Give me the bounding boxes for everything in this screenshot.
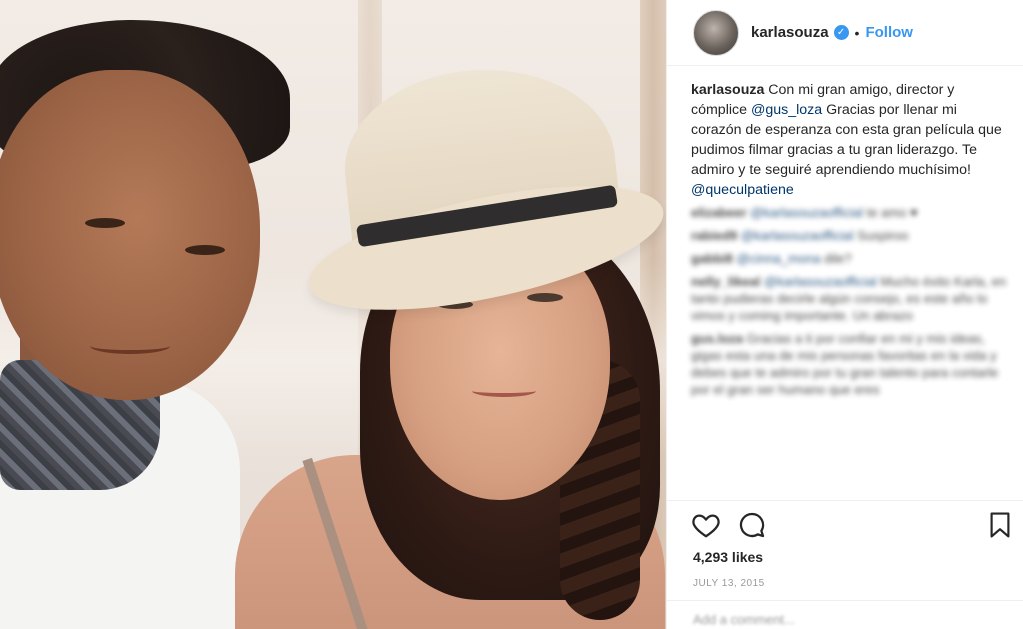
follow-button[interactable]: Follow	[865, 24, 913, 41]
comment-username[interactable]: rabied9	[691, 228, 737, 243]
comment-text: dile?	[820, 251, 852, 266]
avatar[interactable]	[693, 9, 739, 56]
comment-list: elizabeer @karlasouzaofficial te amo ♥ r…	[691, 204, 1011, 404]
comment: gabbi8 @cinna_mona dile?	[691, 250, 1011, 267]
woman-eye-right	[527, 293, 563, 302]
man-mouth	[90, 338, 170, 354]
comment-mention[interactable]: @karlasouzaofficial	[741, 228, 854, 243]
comment-text: te amo ♥	[866, 205, 918, 220]
bookmark-icon[interactable]	[988, 510, 1012, 540]
comment: elizabeer @karlasouzaofficial te amo ♥	[691, 204, 1011, 221]
add-comment-input[interactable]: Add a comment...	[693, 612, 795, 627]
comment: gus.loza Gracias a ti por confiar en mi …	[691, 330, 1011, 398]
heart-icon[interactable]	[691, 510, 721, 540]
caption-username[interactable]: karlasouza	[691, 82, 764, 98]
comment-username[interactable]: nelly_likeal	[691, 274, 760, 289]
comment-text: Suspiroo	[853, 228, 909, 243]
comment-bubble-icon[interactable]	[737, 510, 767, 540]
caption-mention[interactable]: @queculpatiene	[691, 182, 794, 198]
man-eye-left	[85, 218, 125, 228]
comment-username[interactable]: gabbi8	[691, 251, 733, 266]
comment-mention[interactable]: @cinna_mona	[737, 251, 821, 266]
caption-mention[interactable]: @gus_loza	[751, 102, 822, 118]
woman-mouth	[472, 385, 536, 397]
comment-mention[interactable]: @karlasouzaofficial	[764, 274, 877, 289]
post-sidebar: karlasouza ✓ • Follow karlasouza Con mi …	[666, 0, 1023, 629]
header-username[interactable]: karlasouza	[751, 24, 829, 41]
verified-badge-icon: ✓	[833, 25, 849, 40]
comment-username[interactable]: elizabeer	[691, 205, 747, 220]
comment: rabied9 @karlasouzaofficial Suspiroo	[691, 227, 1011, 244]
comment-mention[interactable]: @karlasouzaofficial	[750, 205, 863, 220]
divider	[667, 500, 1023, 501]
post-caption: karlasouza Con mi gran amigo, director y…	[691, 80, 1011, 200]
post-header: karlasouza ✓ • Follow	[667, 0, 1023, 66]
separator-dot: •	[854, 24, 860, 41]
comment: nelly_likeal @karlasouzaofficial Mucho é…	[691, 273, 1011, 324]
like-count[interactable]: 4,293 likes	[693, 549, 763, 565]
post-date[interactable]: JULY 13, 2015	[693, 578, 765, 589]
man-eye-right	[185, 245, 225, 255]
comment-username[interactable]: gus.loza	[691, 331, 743, 346]
post-photo[interactable]	[0, 0, 666, 629]
divider	[667, 600, 1023, 601]
